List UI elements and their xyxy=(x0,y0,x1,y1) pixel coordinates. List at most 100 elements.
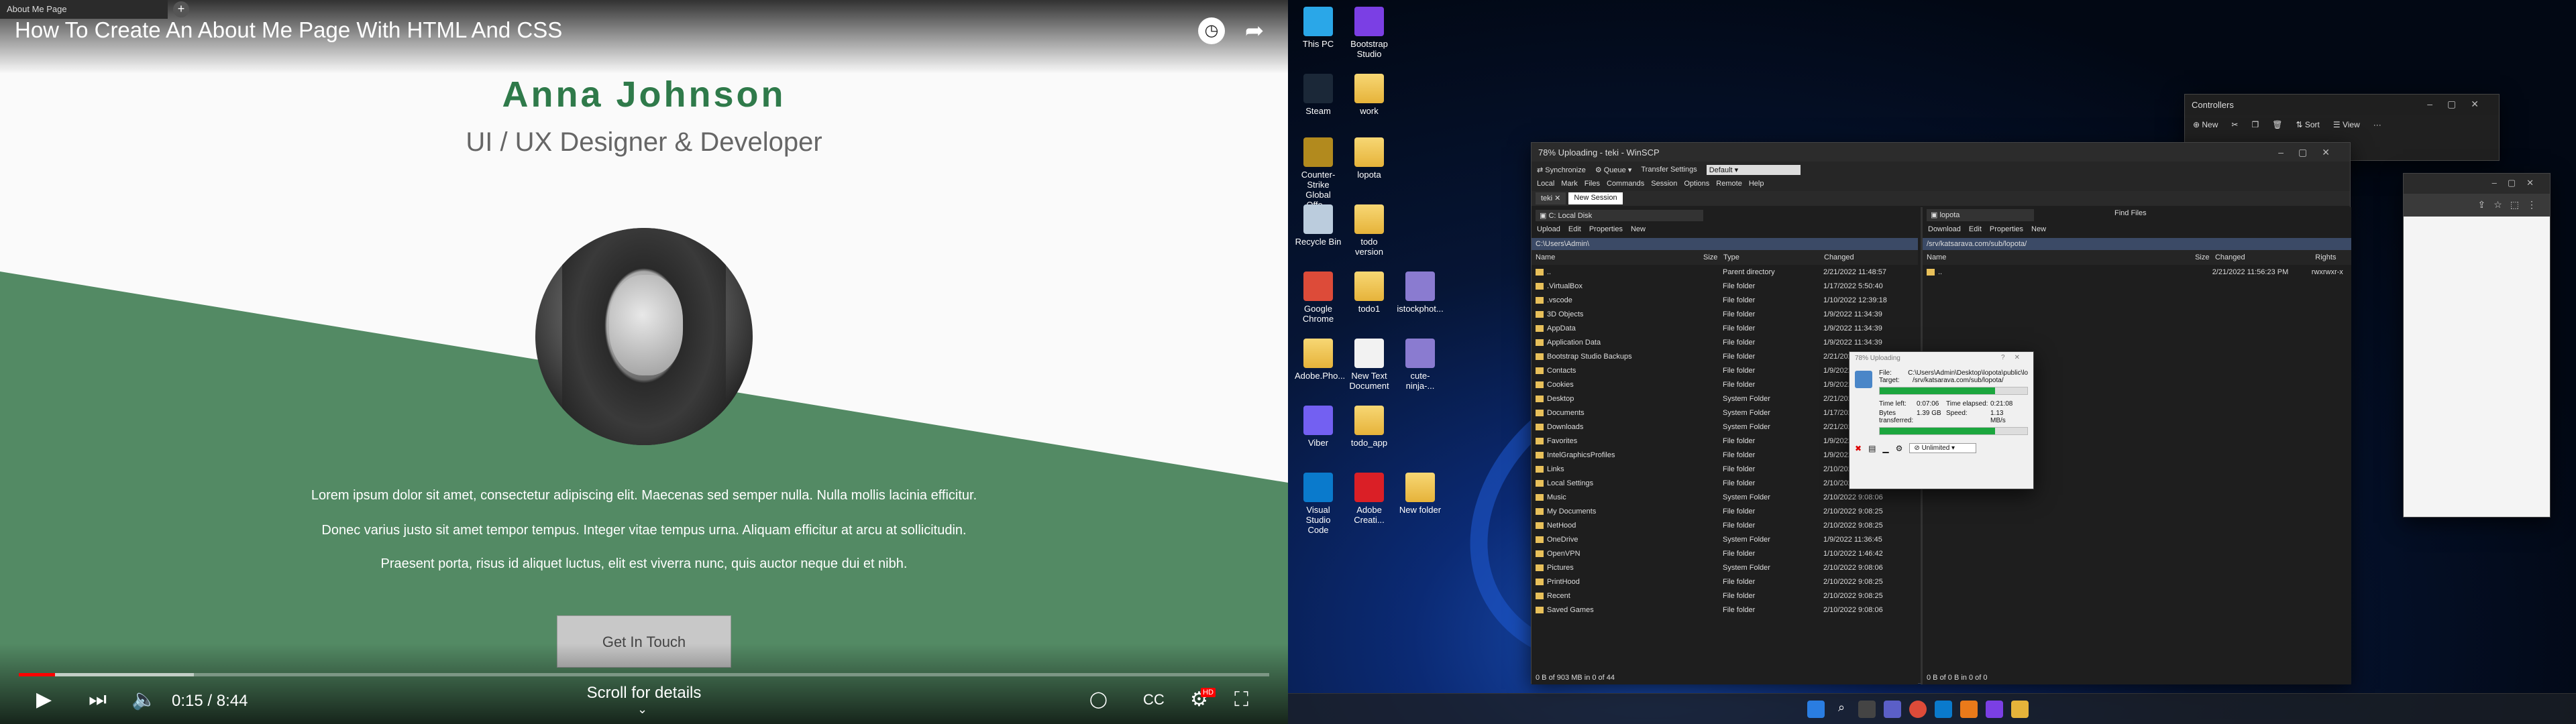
find-files-button[interactable]: Find Files xyxy=(2114,209,2147,221)
desktop-icon[interactable]: Recycle Bin xyxy=(1295,204,1342,247)
upload-button[interactable]: Upload xyxy=(1537,225,1560,236)
column-header[interactable]: Changed xyxy=(1820,253,1900,261)
file-row[interactable]: Pictures System Folder 2/10/2022 9:08:06 xyxy=(1532,560,1918,575)
desktop-icon[interactable]: Google Chrome xyxy=(1295,272,1342,324)
start-icon[interactable] xyxy=(1807,701,1825,718)
explorer-new-button[interactable]: ⊕ New xyxy=(2193,120,2218,129)
desktop-icon[interactable]: Bootstrap Studio xyxy=(1346,7,1393,59)
desktop-icon[interactable]: cute-ninja-... xyxy=(1397,339,1444,391)
copy-icon[interactable]: ❐ xyxy=(2251,120,2259,129)
local-drive-select[interactable]: ▣ C: Local Disk xyxy=(1536,210,1703,221)
remote-properties-button[interactable]: Properties xyxy=(1990,225,2023,236)
cut-icon[interactable]: ✂ xyxy=(2231,120,2238,129)
explorer-taskbar-icon[interactable] xyxy=(2011,701,2029,718)
desktop-icon[interactable]: Visual Studio Code xyxy=(1295,473,1342,535)
file-row[interactable]: .vscode File folder 1/10/2022 12:39:18 xyxy=(1532,293,1918,307)
desktop-icon[interactable]: lopota xyxy=(1346,137,1393,180)
file-row[interactable]: .. Parent directory 2/21/2022 11:48:57 xyxy=(1532,265,1918,279)
browser-tab[interactable]: About Me Page xyxy=(0,0,168,19)
desktop-icon[interactable]: todo version xyxy=(1346,204,1393,257)
bootstrap-taskbar-icon[interactable] xyxy=(1986,701,2003,718)
desktop-icon[interactable]: istockphot... xyxy=(1397,272,1444,314)
desktop-icon[interactable]: Counter-Strike Global Offe... xyxy=(1295,137,1342,210)
file-row[interactable]: Music System Folder 2/10/2022 9:08:06 xyxy=(1532,490,1918,504)
remote-column-headers[interactable]: Name Size Changed Rights xyxy=(1923,250,2351,265)
new-tab-icon[interactable]: + xyxy=(173,1,189,17)
menu-item[interactable]: Help xyxy=(1749,180,1764,189)
desktop-icon[interactable]: New Text Document xyxy=(1346,339,1393,391)
file-row[interactable]: Recent File folder 2/10/2022 9:08:25 xyxy=(1532,589,1918,603)
explorer-view-button[interactable]: ☰ View xyxy=(2333,120,2360,129)
column-header[interactable]: Name xyxy=(1923,253,2191,261)
desktop-icon[interactable]: Adobe Creati... xyxy=(1346,473,1393,525)
column-header[interactable]: Size xyxy=(2191,253,2211,261)
browser-toolbar[interactable]: ⇪☆⬚⋮ xyxy=(2404,194,2550,217)
watch-later-icon[interactable]: ◷ xyxy=(1198,17,1225,44)
video-title[interactable]: How To Create An About Me Page With HTML… xyxy=(15,17,562,43)
search-icon[interactable]: ⌕ xyxy=(1833,701,1850,718)
chat-icon[interactable] xyxy=(1884,701,1901,718)
autoplay-toggle[interactable]: ◯ xyxy=(1089,686,1108,713)
remote-new-button[interactable]: New xyxy=(2031,225,2046,236)
file-row[interactable]: OpenVPN File folder 1/10/2022 1:46:42 xyxy=(1532,546,1918,560)
explorer-sort-button[interactable]: ⇅ Sort xyxy=(2296,120,2319,129)
file-row[interactable]: My Documents File folder 2/10/2022 9:08:25 xyxy=(1532,504,1918,518)
chrome-taskbar-icon[interactable] xyxy=(1909,701,1927,718)
captions-icon[interactable]: CC xyxy=(1143,686,1165,713)
menu-item[interactable]: Options xyxy=(1684,180,1709,189)
more-icon[interactable]: ··· xyxy=(2373,120,2381,129)
file-row[interactable]: AppData File folder 1/9/2022 11:34:39 xyxy=(1532,321,1918,335)
remote-edit-button[interactable]: Edit xyxy=(1969,225,1982,236)
desktop-icon[interactable]: Adobe.Pho... xyxy=(1295,339,1345,381)
sync-button[interactable]: ⇄ Synchronize xyxy=(1537,166,1586,174)
speed-limit-select[interactable]: ⊘ Unlimited ▾ xyxy=(1909,443,1977,453)
column-header[interactable]: Size xyxy=(1699,253,1719,261)
session-tab-teki[interactable]: teki ✕ xyxy=(1536,192,1566,204)
remote-dir-select[interactable]: ▣ lopota xyxy=(1927,209,2034,221)
video-progress-bar[interactable] xyxy=(19,673,1269,676)
desktop-icon[interactable]: This PC xyxy=(1295,7,1342,49)
desktop-icon[interactable]: Steam xyxy=(1295,74,1342,116)
remote-path[interactable]: /srv/katsarava.com/sub/lopota/ xyxy=(1923,238,2351,250)
desktop-icon[interactable]: todo1 xyxy=(1346,272,1393,314)
chevron-down-icon[interactable]: ⌄ xyxy=(637,703,647,717)
delete-icon[interactable]: 🗑 xyxy=(2272,120,2282,129)
transfer-preset-select[interactable]: Default ▾ xyxy=(1706,164,1801,175)
browser-window[interactable]: –▢✕ ⇪☆⬚⋮ xyxy=(2403,173,2551,518)
file-row[interactable]: OneDrive System Folder 1/9/2022 11:36:45 xyxy=(1532,532,1918,546)
upload-dialog[interactable]: 78% Uploading ?✕ File: C:\Users\Admin\Desk… xyxy=(1849,351,2034,489)
background-icon[interactable]: ▤ xyxy=(1868,444,1876,453)
download-button[interactable]: Download xyxy=(1928,225,1961,236)
cancel-icon[interactable]: ✖ xyxy=(1855,444,1862,453)
video-player[interactable]: About Me Page + How To Create An About M… xyxy=(0,0,1288,724)
menu-item[interactable]: Local xyxy=(1537,180,1554,189)
dialog-controls[interactable]: ?✕ xyxy=(2001,354,2029,361)
menu-item[interactable]: Files xyxy=(1585,180,1600,189)
desktop-icon[interactable]: todo_app xyxy=(1346,406,1393,448)
column-header[interactable]: Rights xyxy=(2311,253,2351,261)
menu-item[interactable]: Session xyxy=(1651,180,1677,189)
winscp-window-controls[interactable]: –▢✕ xyxy=(2278,147,2345,158)
desktop-icon[interactable]: Viber xyxy=(1295,406,1342,448)
column-header[interactable]: Changed xyxy=(2211,253,2311,261)
browser-controls[interactable]: –▢✕ xyxy=(2404,174,2550,194)
fullscreen-icon[interactable]: ⛶ xyxy=(1234,686,1248,713)
minimize-icon[interactable]: ▁ xyxy=(1882,444,1888,453)
menu-item[interactable]: Mark xyxy=(1561,180,1577,189)
file-row[interactable]: Saved Games File folder 2/10/2022 9:08:06 xyxy=(1532,603,1918,617)
properties-button[interactable]: Properties xyxy=(1589,225,1623,236)
local-column-headers[interactable]: Name Size Type Changed xyxy=(1532,250,1918,265)
menu-item[interactable]: Commands xyxy=(1607,180,1644,189)
file-row[interactable]: .VirtualBox File folder 1/17/2022 5:50:40 xyxy=(1532,279,1918,293)
file-row[interactable]: .. 2/21/2022 11:56:23 PM rwxrwxr-x xyxy=(1923,265,2351,279)
desktop-icon[interactable]: work xyxy=(1346,74,1393,116)
new-button[interactable]: New xyxy=(1631,225,1646,236)
local-path[interactable]: C:\Users\Admin\ xyxy=(1532,238,1918,250)
share-icon[interactable]: ➦ xyxy=(1241,17,1268,44)
file-row[interactable]: PrintHood File folder 2/10/2022 9:08:25 xyxy=(1532,575,1918,589)
task-view-icon[interactable] xyxy=(1858,701,1876,718)
edit-button[interactable]: Edit xyxy=(1568,225,1581,236)
column-header[interactable]: Name xyxy=(1532,253,1699,261)
column-header[interactable]: Type xyxy=(1719,253,1820,261)
file-row[interactable]: Application Data File folder 1/9/2022 11:3… xyxy=(1532,335,1918,349)
